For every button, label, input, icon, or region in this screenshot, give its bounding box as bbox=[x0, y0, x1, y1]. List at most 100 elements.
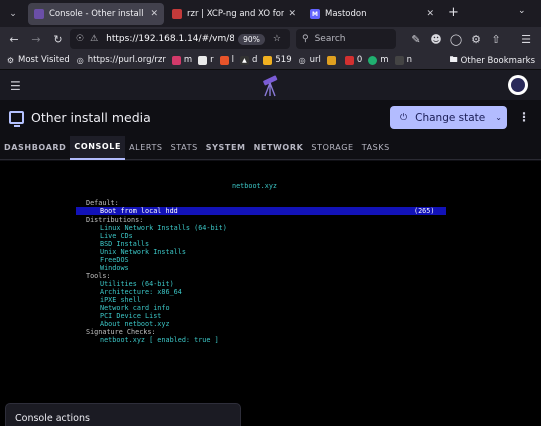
close-tab-icon[interactable]: ✕ bbox=[288, 9, 296, 19]
bookmark-label: m bbox=[380, 55, 389, 65]
tab-dashboard[interactable]: DASHBOARD bbox=[0, 136, 70, 160]
site-icon bbox=[219, 55, 229, 65]
tab-system[interactable]: SYSTEM bbox=[202, 136, 250, 160]
avatar[interactable] bbox=[508, 75, 528, 95]
bookmark-star-icon[interactable]: ☆ bbox=[273, 34, 281, 44]
bookmark-label: 0 bbox=[356, 55, 363, 65]
tab-stats[interactable]: STATS bbox=[167, 136, 202, 160]
search-icon: ⚲ bbox=[302, 34, 309, 44]
console-menu-item: netboot.xyz [ enabled: true ] bbox=[100, 336, 219, 344]
hamburger-menu-icon[interactable]: ☰ bbox=[10, 79, 21, 93]
bookmark-purl[interactable]: ◎ https://purl.org/rzr bbox=[76, 55, 166, 65]
globe-icon: ◎ bbox=[298, 55, 306, 65]
folder-icon: 🖿 bbox=[449, 55, 458, 64]
bookmark-label: 519 bbox=[275, 55, 292, 65]
console-header: netboot.xyz bbox=[232, 182, 278, 190]
pocket-icon[interactable]: ◯ bbox=[448, 31, 464, 47]
search-placeholder: Search bbox=[314, 34, 346, 44]
bookmark-most-visited[interactable]: ⚙ Most Visited bbox=[6, 55, 70, 65]
list-all-tabs-icon[interactable]: ⌄ bbox=[518, 6, 526, 16]
forum-favicon-icon bbox=[172, 9, 182, 19]
mastodon-favicon-icon: M bbox=[310, 9, 320, 19]
vm-tabs: DASHBOARD CONSOLE ALERTS STATS SYSTEM NE… bbox=[0, 135, 541, 160]
bookmark-blank[interactable] bbox=[326, 55, 339, 65]
bookmark-0[interactable]: 0 bbox=[344, 55, 363, 65]
console-section-default: Default: bbox=[86, 199, 119, 207]
url-bar[interactable]: ☉ ⚠ https://192.168.1.14/#/vm/8e3c 90% ☆ bbox=[70, 29, 290, 49]
console-menu-item: Unix Network Installs bbox=[100, 248, 186, 256]
menu-icon[interactable]: ☰ bbox=[518, 31, 534, 47]
close-tab-icon[interactable]: ✕ bbox=[426, 9, 434, 19]
console-menu-item: Linux Network Installs (64-bit) bbox=[100, 224, 227, 232]
vm-console-screen[interactable]: netboot.xyz Default: Boot from local hdd… bbox=[0, 161, 541, 426]
bookmark-label: url bbox=[309, 55, 321, 65]
bookmark-m2[interactable]: m bbox=[368, 55, 389, 65]
bookmark-n[interactable]: n bbox=[394, 55, 412, 65]
console-menu-item: BSD Installs bbox=[100, 240, 150, 248]
screenshot-icon[interactable]: ✎ bbox=[408, 31, 424, 47]
browser-tab-forum[interactable]: rzr | XCP-ng and XO forum ✕ bbox=[166, 3, 302, 25]
console-menu-item: Windows bbox=[100, 264, 129, 272]
telescope-logo-icon[interactable] bbox=[258, 72, 282, 98]
site-icon bbox=[368, 55, 378, 65]
avatar-face-icon bbox=[511, 78, 525, 92]
reload-icon[interactable]: ↻ bbox=[50, 31, 66, 47]
gear-icon: ⚙ bbox=[6, 55, 15, 65]
console-section-distributions: Distributions: bbox=[86, 216, 144, 224]
console-section-signature: Signature Checks: bbox=[86, 328, 156, 336]
extensions-icon[interactable]: ⚙ bbox=[468, 31, 484, 47]
bookmark-r[interactable]: r bbox=[198, 55, 214, 65]
forward-arrow-icon[interactable]: → bbox=[28, 31, 44, 47]
bookmark-l[interactable]: l bbox=[219, 55, 234, 65]
bookmark-d[interactable]: ▲ d bbox=[239, 55, 257, 65]
page-title: Other install media bbox=[31, 110, 151, 125]
console-menu-item: PCI Device List bbox=[100, 312, 162, 320]
change-state-label: Change state bbox=[415, 111, 486, 124]
console-menu-item: Live CDs bbox=[100, 232, 133, 240]
more-options-icon[interactable]: ⋮ bbox=[518, 110, 530, 124]
page-header: Other install media ⏻ Change state ⌄ ⋮ bbox=[0, 100, 541, 140]
bookmark-url[interactable]: ◎ url bbox=[298, 55, 321, 65]
globe-icon: ◎ bbox=[76, 55, 84, 65]
close-tab-icon[interactable]: ✕ bbox=[150, 9, 158, 19]
browser-tab-console[interactable]: Console - Other install media ✕ bbox=[28, 3, 164, 25]
zoom-badge[interactable]: 90% bbox=[238, 33, 265, 45]
bookmark-label: r bbox=[210, 55, 214, 65]
tab-list-chevron-icon[interactable]: ⌄ bbox=[4, 5, 22, 23]
share-icon[interactable]: ⇧ bbox=[488, 31, 504, 47]
console-menu-item: Architecture: x86_64 bbox=[100, 288, 182, 296]
tab-alerts[interactable]: ALERTS bbox=[125, 136, 167, 160]
bookmark-m[interactable]: m bbox=[171, 55, 193, 65]
bookmark-519[interactable]: 519 bbox=[263, 55, 292, 65]
monitor-icon bbox=[9, 111, 24, 127]
screen: ⌄ Console - Other install media ✕ rzr | … bbox=[0, 0, 541, 426]
site-icon bbox=[344, 55, 354, 65]
console-menu-item: iPXE shell bbox=[100, 296, 141, 304]
tab-console[interactable]: CONSOLE bbox=[70, 135, 126, 160]
bookmark-label: l bbox=[231, 55, 234, 65]
bookmark-label: n bbox=[406, 55, 412, 65]
app-top-bar: ☰ bbox=[0, 70, 541, 100]
site-icon bbox=[171, 55, 181, 65]
change-state-button[interactable]: ⏻ Change state ⌄ bbox=[390, 106, 507, 129]
site-icon bbox=[326, 55, 336, 65]
tab-tasks[interactable]: TASKS bbox=[358, 136, 394, 160]
power-icon: ⏻ bbox=[400, 112, 408, 123]
search-bar[interactable]: ⚲ Search bbox=[296, 29, 396, 49]
console-section-tools: Tools: bbox=[86, 272, 111, 280]
tab-storage[interactable]: STORAGE bbox=[307, 136, 357, 160]
console-default-timer: (265) bbox=[414, 207, 435, 215]
account-icon[interactable]: ☻ bbox=[428, 31, 444, 47]
other-bookmarks[interactable]: 🖿 Other Bookmarks bbox=[450, 54, 535, 68]
back-arrow-icon[interactable]: ← bbox=[6, 31, 22, 47]
tab-network[interactable]: NETWORK bbox=[250, 136, 308, 160]
bookmarks-toolbar: ⚙ Most Visited ◎ https://purl.org/rzr m … bbox=[0, 51, 541, 70]
bookmark-label: m bbox=[183, 55, 193, 65]
bookmark-label: Most Visited bbox=[18, 55, 70, 65]
browser-tab-strip: ⌄ Console - Other install media ✕ rzr | … bbox=[0, 0, 541, 27]
console-menu-item: FreeDOS bbox=[100, 256, 129, 264]
browser-tab-mastodon[interactable]: M Mastodon ✕ bbox=[304, 3, 440, 25]
console-menu-item: About netboot.xyz bbox=[100, 320, 170, 328]
new-tab-button[interactable]: + bbox=[448, 5, 459, 20]
site-icon bbox=[198, 55, 208, 65]
